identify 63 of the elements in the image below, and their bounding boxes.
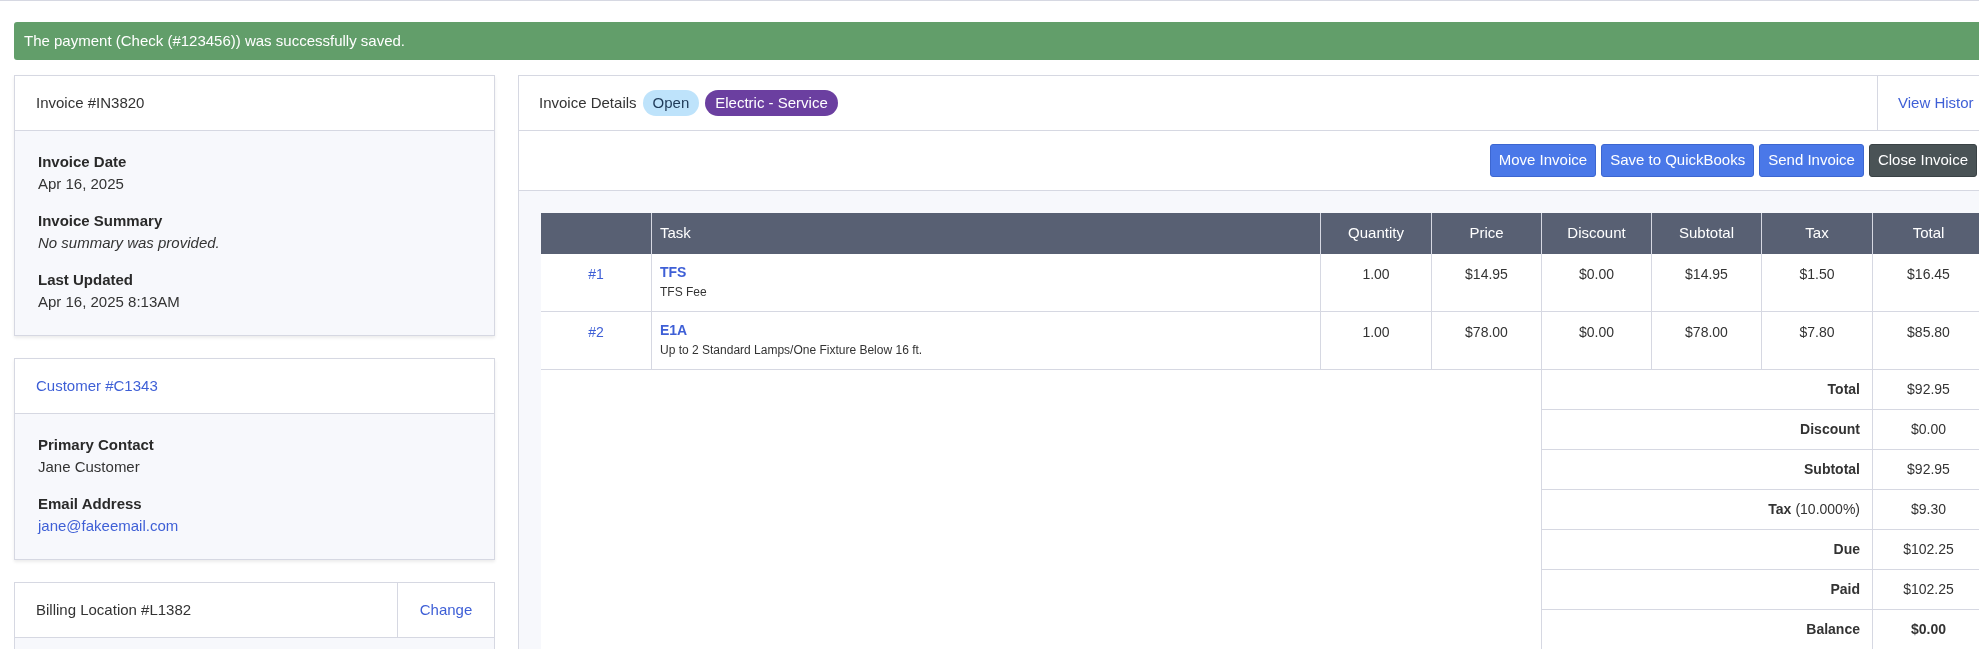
- summary-value: $0.00: [1910, 420, 1946, 439]
- card-title: Billing Location #L1382: [35, 599, 193, 620]
- table-cell-text: $1.50: [1799, 265, 1835, 284]
- task-description: TFS Fee: [660, 284, 707, 301]
- field-value: Apr 16, 2025: [38, 174, 125, 194]
- line-number-link[interactable]: #2: [588, 322, 604, 343]
- summary-label: Subtotal: [1804, 460, 1860, 479]
- view-history-link[interactable]: View Histor: [1877, 76, 1979, 130]
- summary-label: Total: [1827, 380, 1860, 399]
- line-number-link[interactable]: #1: [588, 264, 604, 285]
- change-link[interactable]: Change: [397, 583, 494, 637]
- email-link[interactable]: jane@fakeemail.com: [38, 515, 179, 537]
- column-header: Subtotal: [1678, 223, 1734, 244]
- success-alert: The payment (Check (#123456)) was successfully saved.: [14, 22, 1979, 60]
- card-title: Invoice #IN3820: [36, 92, 145, 113]
- field-label: Invoice Date: [38, 152, 128, 172]
- field-value: No summary was provided.: [38, 233, 221, 253]
- field-label: Last Updated: [38, 270, 134, 290]
- column-header: Discount: [1567, 223, 1626, 244]
- table-cell-text: $78.00: [1685, 323, 1728, 342]
- table-cell-text: $16.45: [1907, 265, 1950, 284]
- summary-value: $92.95: [1907, 380, 1950, 399]
- table-cell-text: $7.80: [1799, 323, 1835, 342]
- summary-value: $102.25: [1903, 540, 1954, 559]
- card-title-link[interactable]: Customer #C1343: [36, 374, 158, 398]
- table-cell-text: $0.00: [1578, 323, 1614, 342]
- action-button[interactable]: Send Invoice: [1759, 144, 1864, 177]
- field-label: Invoice Summary: [38, 211, 164, 231]
- summary-label: Discount: [1800, 420, 1860, 439]
- field-value: Jane Customer: [38, 457, 141, 477]
- column-header: Total: [1912, 223, 1945, 244]
- summary-label: Tax: [1768, 500, 1792, 519]
- summary-label: Due: [1833, 540, 1860, 559]
- summary-note: (10.000%): [1795, 500, 1860, 519]
- table-cell-text: 1.00: [1362, 265, 1390, 284]
- action-button[interactable]: Move Invoice: [1489, 144, 1597, 177]
- status-badge: Open: [642, 89, 700, 117]
- summary-label: Balance: [1806, 620, 1860, 639]
- table-cell-text: 1.00: [1362, 323, 1390, 342]
- summary-label: Paid: [1830, 580, 1860, 599]
- summary-value: $0.00: [1910, 620, 1946, 639]
- column-header: Price: [1469, 223, 1504, 244]
- table-cell-text: $14.95: [1685, 265, 1728, 284]
- action-button[interactable]: Close Invoice: [1868, 144, 1977, 177]
- column-header: Tax: [1805, 223, 1829, 244]
- status-badge: Electric - Service: [705, 89, 838, 117]
- column-header: Quantity: [1348, 223, 1404, 244]
- summary-value: $9.30: [1910, 500, 1946, 519]
- table-cell-text: $14.95: [1465, 265, 1508, 284]
- column-header: Task: [660, 223, 691, 244]
- summary-value: $92.95: [1907, 460, 1950, 479]
- task-link[interactable]: E1A: [660, 320, 688, 341]
- table-cell-text: $85.80: [1907, 323, 1950, 342]
- task-link[interactable]: TFS: [660, 262, 687, 283]
- action-button[interactable]: Save to QuickBooks: [1601, 144, 1755, 177]
- panel-title: Invoice Details: [539, 92, 637, 113]
- field-label: Email Address: [38, 494, 143, 514]
- table-cell-text: $0.00: [1578, 265, 1614, 284]
- task-description: Up to 2 Standard Lamps/One Fixture Below 16 ft.: [660, 342, 923, 359]
- field-label: Primary Contact: [38, 435, 155, 455]
- summary-value: $102.25: [1903, 580, 1954, 599]
- table-cell-text: $78.00: [1465, 323, 1508, 342]
- field-value: Apr 16, 2025 8:13AM: [38, 292, 181, 312]
